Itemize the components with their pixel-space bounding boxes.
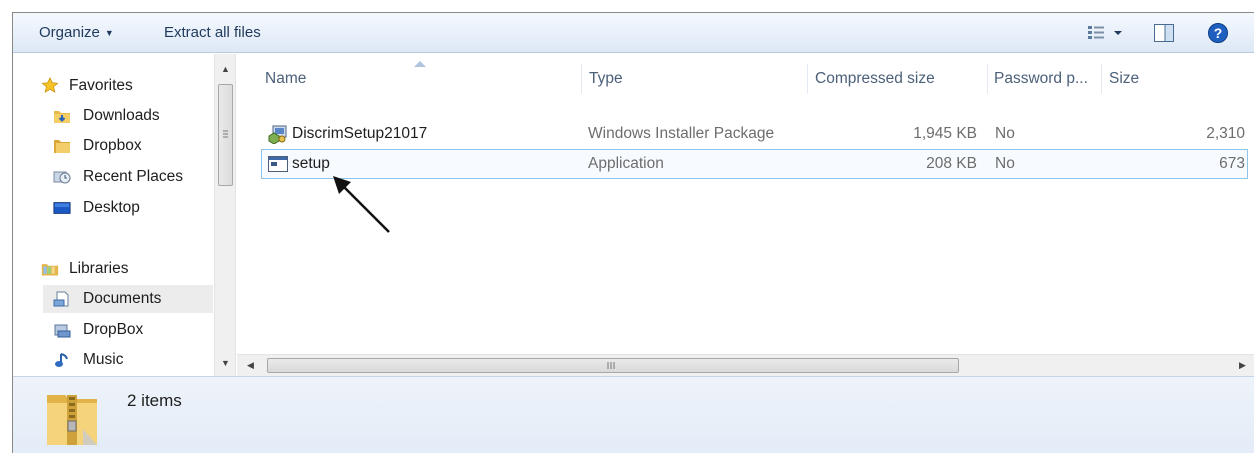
file-type: Windows Installer Package [588,125,775,142]
column-header-type[interactable]: Type [589,67,623,91]
scroll-up-icon[interactable]: ▲ [221,64,230,74]
sort-ascending-icon [414,61,426,67]
horizontal-scrollbar[interactable]: ◀ ▶ [237,354,1254,376]
nav-item-label: Recent Places [83,168,183,185]
chevron-down-icon: ▼ [104,28,114,38]
navigation-pane: Favorites Downloads Dropbox Recent Place… [13,54,213,376]
nav-item-label: Dropbox [83,137,142,154]
extract-all-button[interactable]: Extract all files [164,22,261,44]
zip-folder-icon [47,395,97,445]
scroll-down-icon[interactable]: ▼ [221,358,230,368]
column-divider [1101,64,1102,94]
nav-item-label: Music [83,351,124,368]
file-size: 673 [1219,155,1245,172]
file-name: setup [292,155,330,172]
organize-button[interactable]: Organize ▼ [39,22,114,44]
details-pane: 2 items [13,376,1254,453]
explorer-window: Organize ▼ Extract all files ? Favorites… [12,12,1254,453]
column-header-password[interactable]: Password p... [994,67,1088,91]
library-icon [54,324,71,338]
file-list: Name Type Compressed size Password p... … [237,54,1254,376]
music-icon [55,353,68,367]
nav-libraries-label: Libraries [69,260,129,277]
nav-item-label: Downloads [83,107,160,124]
column-divider [807,64,808,94]
scroll-right-icon[interactable]: ▶ [1239,360,1246,371]
file-type: Application [588,155,664,172]
column-header-size[interactable]: Size [1109,67,1139,91]
file-password: No [995,155,1015,172]
recent-places-icon [53,171,71,184]
column-header-compressed-size[interactable]: Compressed size [815,67,935,91]
navigation-scroll-thumb[interactable] [218,84,233,186]
star-icon [41,77,59,93]
documents-library-icon [53,291,69,307]
organize-label: Organize [39,24,100,41]
file-compressed-size: 1,945 KB [913,125,977,142]
svg-text:?: ? [1214,25,1223,41]
nav-item-label: DropBox [83,321,144,338]
scroll-left-icon[interactable]: ◀ [247,360,254,371]
file-compressed-size: 208 KB [926,155,977,172]
nav-favorites-label: Favorites [69,77,133,94]
application-icon [268,156,288,172]
item-count: 2 items [127,391,182,410]
column-divider [987,64,988,94]
details-view-icon[interactable] [1087,23,1127,43]
command-bar: Organize ▼ Extract all files ? [13,13,1254,53]
nav-item-documents[interactable]: Documents [43,285,213,313]
annotation-arrow [333,176,390,233]
help-icon[interactable]: ? [1207,23,1229,43]
column-divider [581,64,582,94]
table-row[interactable]: setup Application 208 KB No 673 [261,149,1248,179]
table-row[interactable]: DiscrimSetup21017 Windows Installer Pack… [261,119,1248,149]
extract-all-label: Extract all files [164,24,261,41]
msi-package-icon [268,125,287,144]
preview-pane-icon[interactable] [1153,23,1175,43]
folder-icon [54,140,70,153]
libraries-icon [41,264,59,276]
desktop-icon [53,202,71,214]
file-name: DiscrimSetup21017 [292,125,428,142]
navigation-scrollbar[interactable]: ▲ ▼ [214,54,236,376]
column-header-name[interactable]: Name [265,67,306,91]
nav-item-label: Documents [83,290,162,307]
nav-item-label: Desktop [83,199,140,216]
downloads-folder-icon [54,111,70,123]
horizontal-scroll-thumb[interactable] [267,358,959,373]
file-size: 2,310 [1206,125,1245,142]
file-password: No [995,125,1015,142]
